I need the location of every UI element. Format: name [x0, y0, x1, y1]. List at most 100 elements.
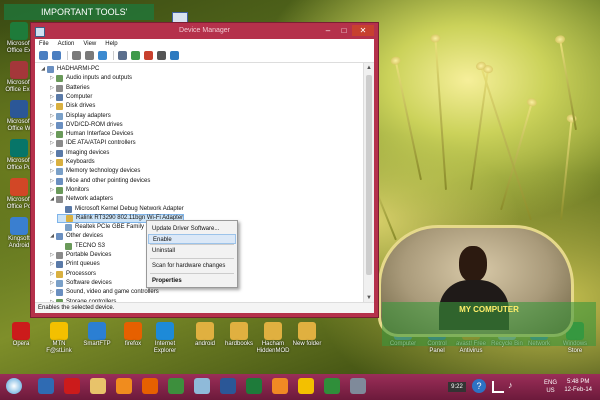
tree-category[interactable]: ▷ Mice and other pointing devices [48, 177, 150, 186]
tree-category[interactable]: ▷ Keyboards [48, 158, 95, 167]
expand-arrow-icon[interactable]: ▷ [48, 270, 56, 279]
scroll-up-arrow-icon[interactable]: ▲ [364, 63, 374, 73]
tree-category[interactable]: ▷ Display adapters [48, 112, 111, 121]
tree-category[interactable]: ▷ Portable Devices [48, 251, 111, 260]
back-icon[interactable] [39, 51, 48, 60]
update-driver-icon[interactable] [131, 51, 140, 60]
tree-category[interactable]: ▷ Processors [48, 270, 96, 279]
expand-arrow-icon[interactable]: ▷ [48, 279, 56, 288]
desktop-icon-bottom-8[interactable]: New folder [290, 322, 324, 348]
tree-category[interactable]: ▷ DVD/CD-ROM drives [48, 121, 123, 130]
context-menu-item[interactable]: Enable [148, 234, 236, 244]
tree-root[interactable]: ◢ HADHARMI-PC [39, 65, 99, 74]
minimize-button[interactable]: – [320, 25, 336, 36]
desktop-icon-bottom-7[interactable]: Hacham HiddenMOD [256, 322, 290, 355]
expand-arrow-icon[interactable]: ▷ [48, 288, 56, 297]
vlc-icon[interactable] [272, 378, 288, 394]
tree-category[interactable]: ▷ Batteries [48, 84, 90, 93]
device-manager-icon[interactable] [350, 378, 366, 394]
expand-arrow-icon[interactable]: ▷ [48, 84, 56, 93]
word-icon[interactable] [220, 378, 236, 394]
expand-arrow-icon[interactable]: ▷ [48, 121, 56, 130]
expand-arrow-icon[interactable]: ▷ [48, 158, 56, 167]
tree-category[interactable]: ▷ Disk drives [48, 102, 95, 111]
desktop-icon-bottom-2[interactable]: SmartFTP [80, 322, 114, 348]
media-player-icon[interactable] [116, 378, 132, 394]
tree-category[interactable]: ▷ IDE ATA/ATAPI controllers [48, 139, 136, 148]
scan-icon[interactable] [170, 51, 179, 60]
context-menu-item[interactable]: Properties [148, 276, 236, 286]
help-icon[interactable]: ? [472, 379, 486, 393]
file-explorer-icon[interactable] [90, 378, 106, 394]
expand-arrow-icon[interactable]: ▷ [48, 177, 56, 186]
ms-pes-icon[interactable] [298, 378, 314, 394]
menu-action[interactable]: Action [58, 41, 75, 47]
properties-icon[interactable] [72, 51, 81, 60]
start-button[interactable] [6, 378, 22, 394]
tree-category[interactable]: ▷ Sound, video and game controllers [48, 288, 159, 297]
tree-category[interactable]: ◢ Other devices [48, 232, 103, 241]
windows-media-icon[interactable] [38, 378, 54, 394]
expand-arrow-icon[interactable]: ▷ [48, 139, 56, 148]
tree-category[interactable]: ▷ Computer [48, 93, 92, 102]
tree-device[interactable]: TECNO S3 [57, 242, 105, 251]
opera-icon[interactable] [64, 378, 80, 394]
tree-category[interactable]: ▷ Memory technology devices [48, 167, 140, 176]
expand-arrow-icon[interactable]: ▷ [48, 167, 56, 176]
menu-help[interactable]: Help [105, 41, 117, 47]
expand-arrow-icon[interactable]: ▷ [48, 149, 56, 158]
clock[interactable]: 5:48 PM 12-Feb-14 [564, 378, 592, 394]
context-menu-item[interactable]: Scan for hardware changes [148, 261, 236, 271]
tree-label: Imaging devices [66, 149, 110, 156]
maximize-button[interactable]: □ [336, 25, 352, 36]
collapse-arrow-icon[interactable]: ◢ [48, 195, 56, 204]
collapse-arrow-icon[interactable]: ◢ [48, 232, 56, 241]
desktop-icon-bottom-3[interactable]: firefox [116, 322, 150, 348]
tree-category[interactable]: ◢ Network adapters [48, 195, 113, 204]
close-button[interactable]: ✕ [352, 25, 374, 36]
desktop-icon-bottom-6[interactable]: hardbooks [222, 322, 256, 348]
network-tray-icon[interactable] [492, 381, 504, 393]
refresh-icon[interactable] [85, 51, 94, 60]
context-menu-item[interactable]: Uninstall [148, 246, 236, 256]
expand-arrow-icon[interactable]: ▷ [48, 102, 56, 111]
notepad-icon[interactable] [194, 378, 210, 394]
media-center-icon[interactable] [168, 378, 184, 394]
uninstall-icon[interactable] [144, 51, 153, 60]
display-icon[interactable] [118, 51, 127, 60]
firefox-icon[interactable] [142, 378, 158, 394]
vertical-scrollbar[interactable]: ▲ ▼ [363, 63, 374, 303]
forward-icon[interactable] [52, 51, 61, 60]
desktop-icon-bottom-1[interactable]: MTN F@stLink [42, 322, 76, 355]
tree-category[interactable]: ▷ Human Interface Devices [48, 130, 133, 139]
volume-tray-icon[interactable]: ♪ [508, 380, 518, 392]
excel-icon[interactable] [246, 378, 262, 394]
disable-icon[interactable] [157, 51, 166, 60]
clock-time: 5:48 PM [566, 379, 590, 385]
tray-clock-app[interactable]: 9:22 [448, 382, 466, 392]
expand-arrow-icon[interactable]: ▷ [48, 112, 56, 121]
tree-category[interactable]: ▷ Audio inputs and outputs [48, 74, 132, 83]
desktop-icon-bottom-4[interactable]: Internet Explorer [148, 322, 182, 355]
menu-file[interactable]: File [39, 41, 49, 47]
chrome-icon[interactable] [324, 378, 340, 394]
tree-category[interactable]: ▷ Monitors [48, 186, 89, 195]
expand-arrow-icon[interactable]: ▷ [48, 186, 56, 195]
menu-view[interactable]: View [83, 41, 96, 47]
tree-category[interactable]: ▷ Print queues [48, 260, 100, 269]
desktop-icon-bottom-5[interactable]: android [188, 322, 222, 348]
context-menu-item[interactable]: Update Driver Software... [148, 224, 236, 234]
tree-device[interactable]: Microsoft Kernel Debug Network Adapter [57, 205, 184, 214]
desktop-icon-bottom-0[interactable]: Opera [4, 322, 38, 348]
help-icon[interactable] [98, 51, 107, 60]
expand-arrow-icon[interactable]: ▷ [48, 130, 56, 139]
expand-arrow-icon[interactable]: ▷ [48, 93, 56, 102]
language-indicator[interactable]: ENG US [544, 379, 557, 395]
expand-arrow-icon[interactable]: ▷ [48, 251, 56, 260]
scroll-thumb[interactable] [366, 75, 372, 275]
collapse-arrow-icon[interactable]: ◢ [39, 65, 47, 74]
expand-arrow-icon[interactable]: ▷ [48, 260, 56, 269]
tree-category[interactable]: ▷ Imaging devices [48, 149, 109, 158]
expand-arrow-icon[interactable]: ▷ [48, 74, 56, 83]
tree-category[interactable]: ▷ Software devices [48, 279, 112, 288]
